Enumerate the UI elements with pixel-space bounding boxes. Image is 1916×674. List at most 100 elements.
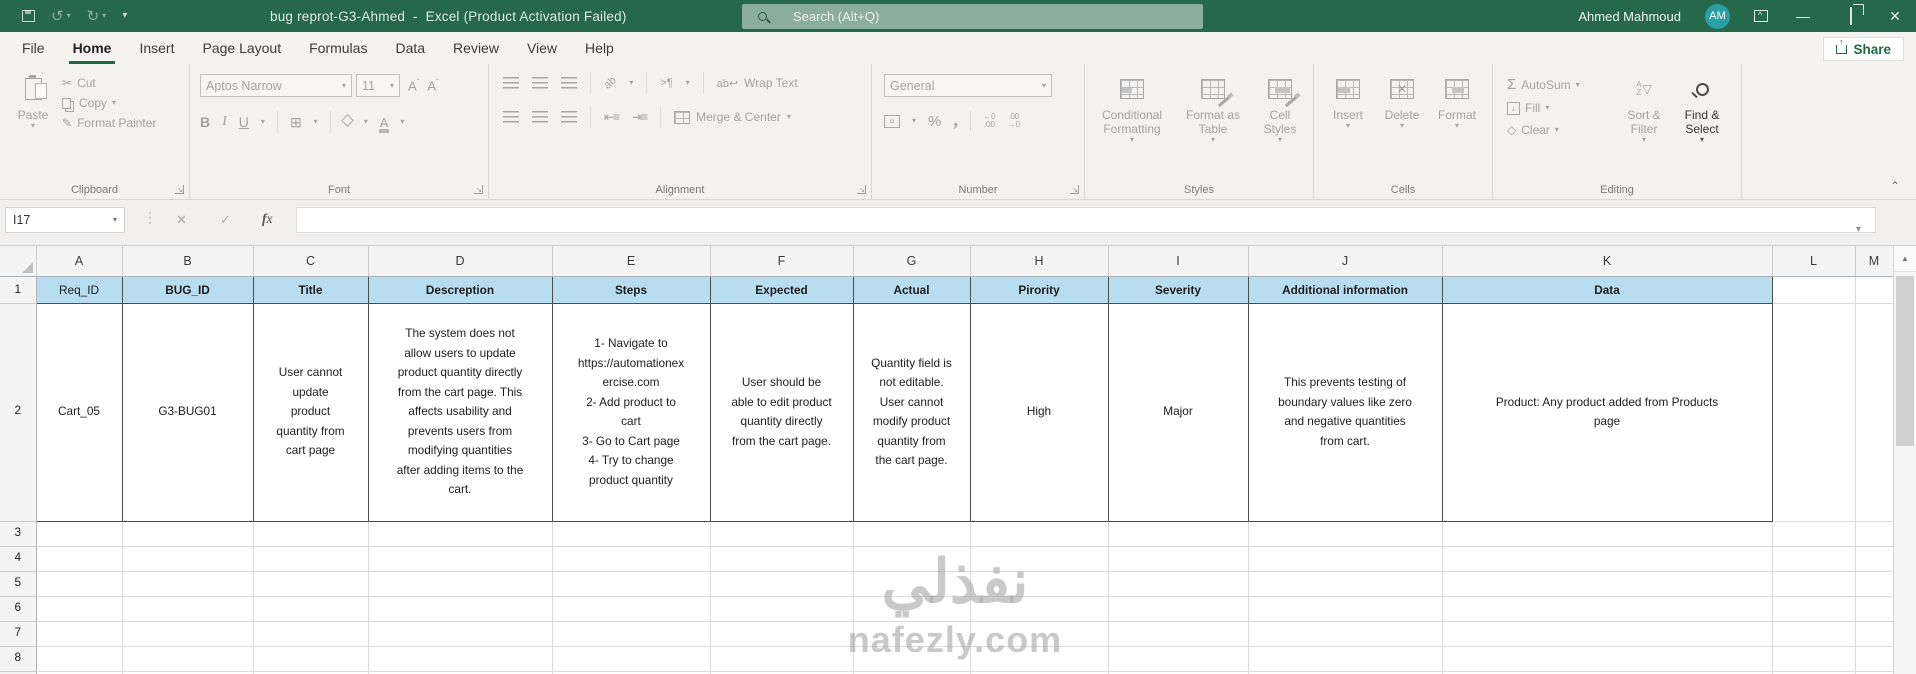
- font-name-combo[interactable]: Aptos Narrow ▾: [200, 74, 352, 97]
- tab-home[interactable]: Home: [59, 32, 126, 64]
- cell-M8[interactable]: [1855, 646, 1894, 672]
- increase-decimal-icon[interactable]: ←0.00: [983, 113, 995, 129]
- cell-D2[interactable]: The system does not allow users to updat…: [367, 302, 553, 522]
- align-left-icon[interactable]: [503, 111, 519, 123]
- confirm-entry-icon[interactable]: ✓: [220, 212, 231, 228]
- align-center-icon[interactable]: [532, 111, 548, 123]
- cell-M5[interactable]: [1855, 571, 1894, 597]
- column-header-B[interactable]: B: [122, 246, 254, 277]
- search-input[interactable]: Search (Alt+Q): [742, 4, 1203, 29]
- cell-H5[interactable]: [970, 571, 1109, 597]
- cell-E7[interactable]: [552, 621, 711, 647]
- collapse-ribbon-icon[interactable]: ⌃: [1890, 179, 1900, 193]
- font-dialog-launcher-icon[interactable]: [474, 185, 483, 194]
- cell-E3[interactable]: [552, 521, 711, 547]
- cell-I6[interactable]: [1108, 596, 1249, 622]
- column-header-C[interactable]: C: [253, 246, 369, 277]
- cell-J8[interactable]: [1248, 646, 1443, 672]
- cell-J4[interactable]: [1248, 546, 1443, 572]
- row-header-2[interactable]: 2: [0, 303, 37, 522]
- decrease-font-icon[interactable]: Aˇ: [427, 78, 438, 93]
- cell-B8[interactable]: [122, 646, 254, 672]
- cell-C1[interactable]: Title: [252, 275, 369, 304]
- insert-button[interactable]: Insert ▾: [1326, 64, 1370, 199]
- formula-bar-handle[interactable]: ⋮: [143, 209, 157, 226]
- cell-H1[interactable]: Pirority: [969, 275, 1109, 304]
- cell-styles-button[interactable]: Cell Styles ▾: [1252, 64, 1308, 199]
- cell-D7[interactable]: [368, 621, 553, 647]
- cell-H4[interactable]: [970, 546, 1109, 572]
- cell-E2[interactable]: 1- Navigate to https://automationex erci…: [551, 302, 711, 522]
- cell-B2[interactable]: G3-BUG01: [121, 302, 254, 522]
- cell-D6[interactable]: [368, 596, 553, 622]
- scroll-up-icon[interactable]: ▲: [1894, 246, 1916, 272]
- cell-A5[interactable]: [36, 571, 123, 597]
- cell-J3[interactable]: [1248, 521, 1443, 547]
- tab-formulas[interactable]: Formulas: [295, 32, 381, 64]
- cell-G8[interactable]: [853, 646, 971, 672]
- cell-A1[interactable]: Req_ID: [35, 275, 123, 304]
- cell-E1[interactable]: Steps: [551, 275, 711, 304]
- cell-I1[interactable]: Severity: [1107, 275, 1249, 304]
- cell-M6[interactable]: [1855, 596, 1894, 622]
- tab-help[interactable]: Help: [571, 32, 628, 64]
- merge-center-button[interactable]: Merge & Center ▾: [674, 110, 791, 124]
- clipboard-dialog-launcher-icon[interactable]: [175, 185, 184, 194]
- column-header-M[interactable]: M: [1855, 246, 1894, 277]
- fill-color-icon[interactable]: [340, 113, 354, 127]
- decrease-indent-icon[interactable]: ⇤≡: [604, 110, 620, 124]
- number-dialog-launcher-icon[interactable]: [1070, 185, 1079, 194]
- cell-L5[interactable]: [1772, 571, 1856, 597]
- cell-B7[interactable]: [122, 621, 254, 647]
- cell-L1[interactable]: [1772, 276, 1856, 304]
- row-header-7[interactable]: 7: [0, 621, 37, 647]
- cell-G5[interactable]: [853, 571, 971, 597]
- column-header-D[interactable]: D: [368, 246, 553, 277]
- copy-button[interactable]: Copy ▾: [62, 96, 156, 110]
- cell-D5[interactable]: [368, 571, 553, 597]
- cell-L7[interactable]: [1772, 621, 1856, 647]
- column-header-J[interactable]: J: [1248, 246, 1443, 277]
- cell-F7[interactable]: [710, 621, 854, 647]
- cell-J1[interactable]: Additional information: [1247, 275, 1443, 304]
- cell-L4[interactable]: [1772, 546, 1856, 572]
- row-header-3[interactable]: 3: [0, 521, 37, 547]
- cell-B4[interactable]: [122, 546, 254, 572]
- cell-K5[interactable]: [1442, 571, 1773, 597]
- cell-K1[interactable]: Data: [1441, 275, 1773, 304]
- cell-J2[interactable]: This prevents testing of boundary values…: [1247, 302, 1443, 522]
- increase-font-icon[interactable]: Aˆ: [408, 78, 419, 93]
- delete-button[interactable]: ✕ Delete ▾: [1380, 64, 1424, 199]
- row-header-8[interactable]: 8: [0, 646, 37, 672]
- cell-G3[interactable]: [853, 521, 971, 547]
- align-middle-icon[interactable]: [532, 77, 548, 89]
- cell-I2[interactable]: Major: [1107, 302, 1249, 522]
- row-header-4[interactable]: 4: [0, 546, 37, 572]
- cell-A4[interactable]: [36, 546, 123, 572]
- percent-style-icon[interactable]: %: [928, 113, 941, 130]
- tab-file[interactable]: File: [8, 32, 59, 64]
- cell-C7[interactable]: [253, 621, 369, 647]
- column-header-L[interactable]: L: [1772, 246, 1856, 277]
- cell-B3[interactable]: [122, 521, 254, 547]
- cell-G2[interactable]: Quantity field is not editable. User can…: [852, 302, 971, 522]
- column-header-K[interactable]: K: [1442, 246, 1773, 277]
- fill-button[interactable]: ↓ Fill ▾: [1507, 101, 1615, 115]
- save-icon[interactable]: [22, 10, 35, 22]
- tab-page-layout[interactable]: Page Layout: [188, 32, 295, 64]
- increase-indent-icon[interactable]: ⇥≡: [632, 110, 648, 124]
- formula-input[interactable]: ▾: [296, 207, 1876, 235]
- insert-function-icon[interactable]: fx: [262, 211, 273, 227]
- name-box[interactable]: I17 ▾: [5, 207, 125, 233]
- cell-F8[interactable]: [710, 646, 854, 672]
- cell-A8[interactable]: [36, 646, 123, 672]
- italic-button[interactable]: I: [222, 114, 227, 130]
- cell-H3[interactable]: [970, 521, 1109, 547]
- cell-G4[interactable]: [853, 546, 971, 572]
- cell-M2[interactable]: [1855, 303, 1894, 522]
- cell-C3[interactable]: [253, 521, 369, 547]
- restore-button[interactable]: [1838, 7, 1860, 25]
- cell-C2[interactable]: User cannot update product quantity from…: [252, 302, 369, 522]
- cell-M1[interactable]: [1855, 276, 1894, 304]
- tab-insert[interactable]: Insert: [125, 32, 188, 64]
